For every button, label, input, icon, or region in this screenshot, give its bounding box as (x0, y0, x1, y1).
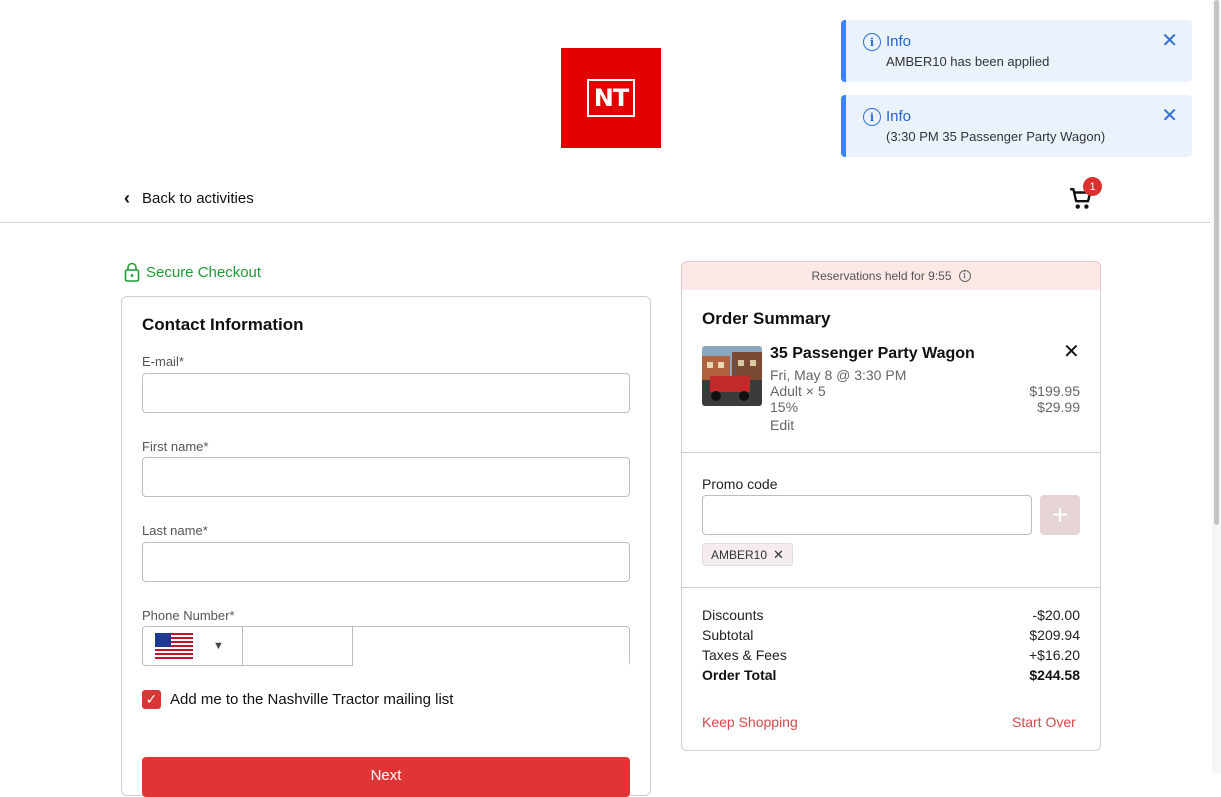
mailing-list-label: Add me to the Nashville Tractor mailing … (170, 691, 454, 708)
mailing-list-checkbox-row[interactable]: ✓ Add me to the Nashville Tractor mailin… (142, 690, 453, 709)
toast-message: (3:30 PM 35 Passenger Party Wagon) (886, 129, 1106, 144)
start-over-link[interactable]: Start Over (1012, 714, 1076, 730)
secure-label: Secure Checkout (146, 263, 262, 281)
back-to-activities-link[interactable]: ‹ Back to activities (124, 189, 254, 207)
info-toast-promo: i Info AMBER10 has been applied ✕ (841, 20, 1192, 82)
reservation-text: Reservations held for 9:55 (811, 269, 952, 283)
item-line-fee-label: 15% (770, 399, 799, 415)
summary-divider (682, 452, 1100, 453)
back-label: Back to activities (142, 189, 254, 207)
promo-code-label: Promo code (702, 476, 778, 492)
cart-count-badge: 1 (1083, 177, 1102, 196)
order-summary-title: Order Summary (702, 309, 831, 328)
next-button[interactable]: Next (142, 757, 630, 797)
info-toast-item: i Info (3:30 PM 35 Passenger Party Wagon… (841, 95, 1192, 157)
item-line-adult-label: Adult × 5 (770, 383, 826, 399)
promo-code-input[interactable] (702, 495, 1032, 535)
remove-promo-icon[interactable]: ✕ (773, 547, 784, 563)
email-label: E-mail* (142, 354, 184, 369)
lock-icon (124, 262, 140, 282)
total-value: $209.94 (1029, 627, 1080, 643)
first-name-label: First name* (142, 439, 209, 454)
close-icon[interactable]: ✕ (1161, 31, 1178, 51)
edit-item-link[interactable]: Edit (770, 417, 794, 433)
item-thumbnail (702, 346, 762, 406)
item-datetime: Fri, May 8 @ 3:30 PM (770, 367, 907, 383)
total-row-discounts: Discounts -$20.00 (702, 607, 1080, 623)
chevron-left-icon: ‹ (124, 188, 130, 208)
toast-title: Info (886, 108, 912, 125)
contact-title: Contact Information (142, 315, 304, 334)
phone-number-input[interactable] (353, 627, 629, 667)
toast-message: AMBER10 has been applied (886, 54, 1050, 69)
mailing-list-checkbox[interactable]: ✓ (142, 690, 161, 709)
toast-title: Info (886, 33, 912, 50)
total-label: Taxes & Fees (702, 647, 787, 663)
item-name: 35 Passenger Party Wagon (770, 345, 975, 362)
info-icon: i (863, 33, 881, 51)
total-value: $244.58 (1029, 667, 1080, 683)
promo-chip: AMBER10 ✕ (702, 543, 793, 566)
phone-label: Phone Number* (142, 608, 235, 623)
total-row-order-total: Order Total $244.58 (702, 667, 1080, 683)
info-icon[interactable]: i (958, 270, 971, 282)
header-divider (0, 222, 1210, 223)
brand-logo-text: NT (587, 79, 635, 117)
plus-icon: + (1051, 499, 1069, 530)
total-label: Subtotal (702, 627, 754, 643)
add-promo-button[interactable]: + (1040, 495, 1080, 535)
promo-chip-label: AMBER10 (711, 547, 768, 562)
phone-field-group: ▼ (142, 626, 630, 667)
total-value: +$16.20 (1029, 647, 1080, 663)
item-line-fee-value: $29.99 (1037, 399, 1080, 415)
us-flag-icon (155, 633, 193, 659)
info-icon: i (863, 108, 881, 126)
next-label: Next (370, 767, 402, 784)
total-row-subtotal: Subtotal $209.94 (702, 627, 1080, 643)
brand-logo: NT (561, 48, 661, 148)
first-name-field[interactable] (142, 457, 630, 497)
total-value: -$20.00 (1032, 607, 1080, 623)
country-select[interactable]: ▼ (143, 627, 243, 665)
total-row-taxes: Taxes & Fees +$16.20 (702, 647, 1080, 663)
chevron-down-icon: ▼ (213, 640, 224, 652)
scrollbar-thumb[interactable] (1214, 0, 1219, 525)
total-label: Discounts (702, 607, 764, 623)
summary-divider (682, 587, 1100, 588)
item-line-adult-value: $199.95 (1029, 383, 1080, 399)
reservation-timer-banner: Reservations held for 9:55 i (681, 261, 1101, 290)
email-field[interactable] (142, 373, 630, 413)
last-name-field[interactable] (142, 542, 630, 582)
total-label: Order Total (702, 667, 777, 683)
phone-area-code-input[interactable] (243, 627, 353, 665)
keep-shopping-link[interactable]: Keep Shopping (702, 714, 798, 730)
last-name-label: Last name* (142, 523, 208, 538)
remove-item-icon[interactable]: ✕ (1063, 342, 1080, 362)
close-icon[interactable]: ✕ (1161, 106, 1178, 126)
secure-checkout: Secure Checkout (124, 262, 261, 282)
